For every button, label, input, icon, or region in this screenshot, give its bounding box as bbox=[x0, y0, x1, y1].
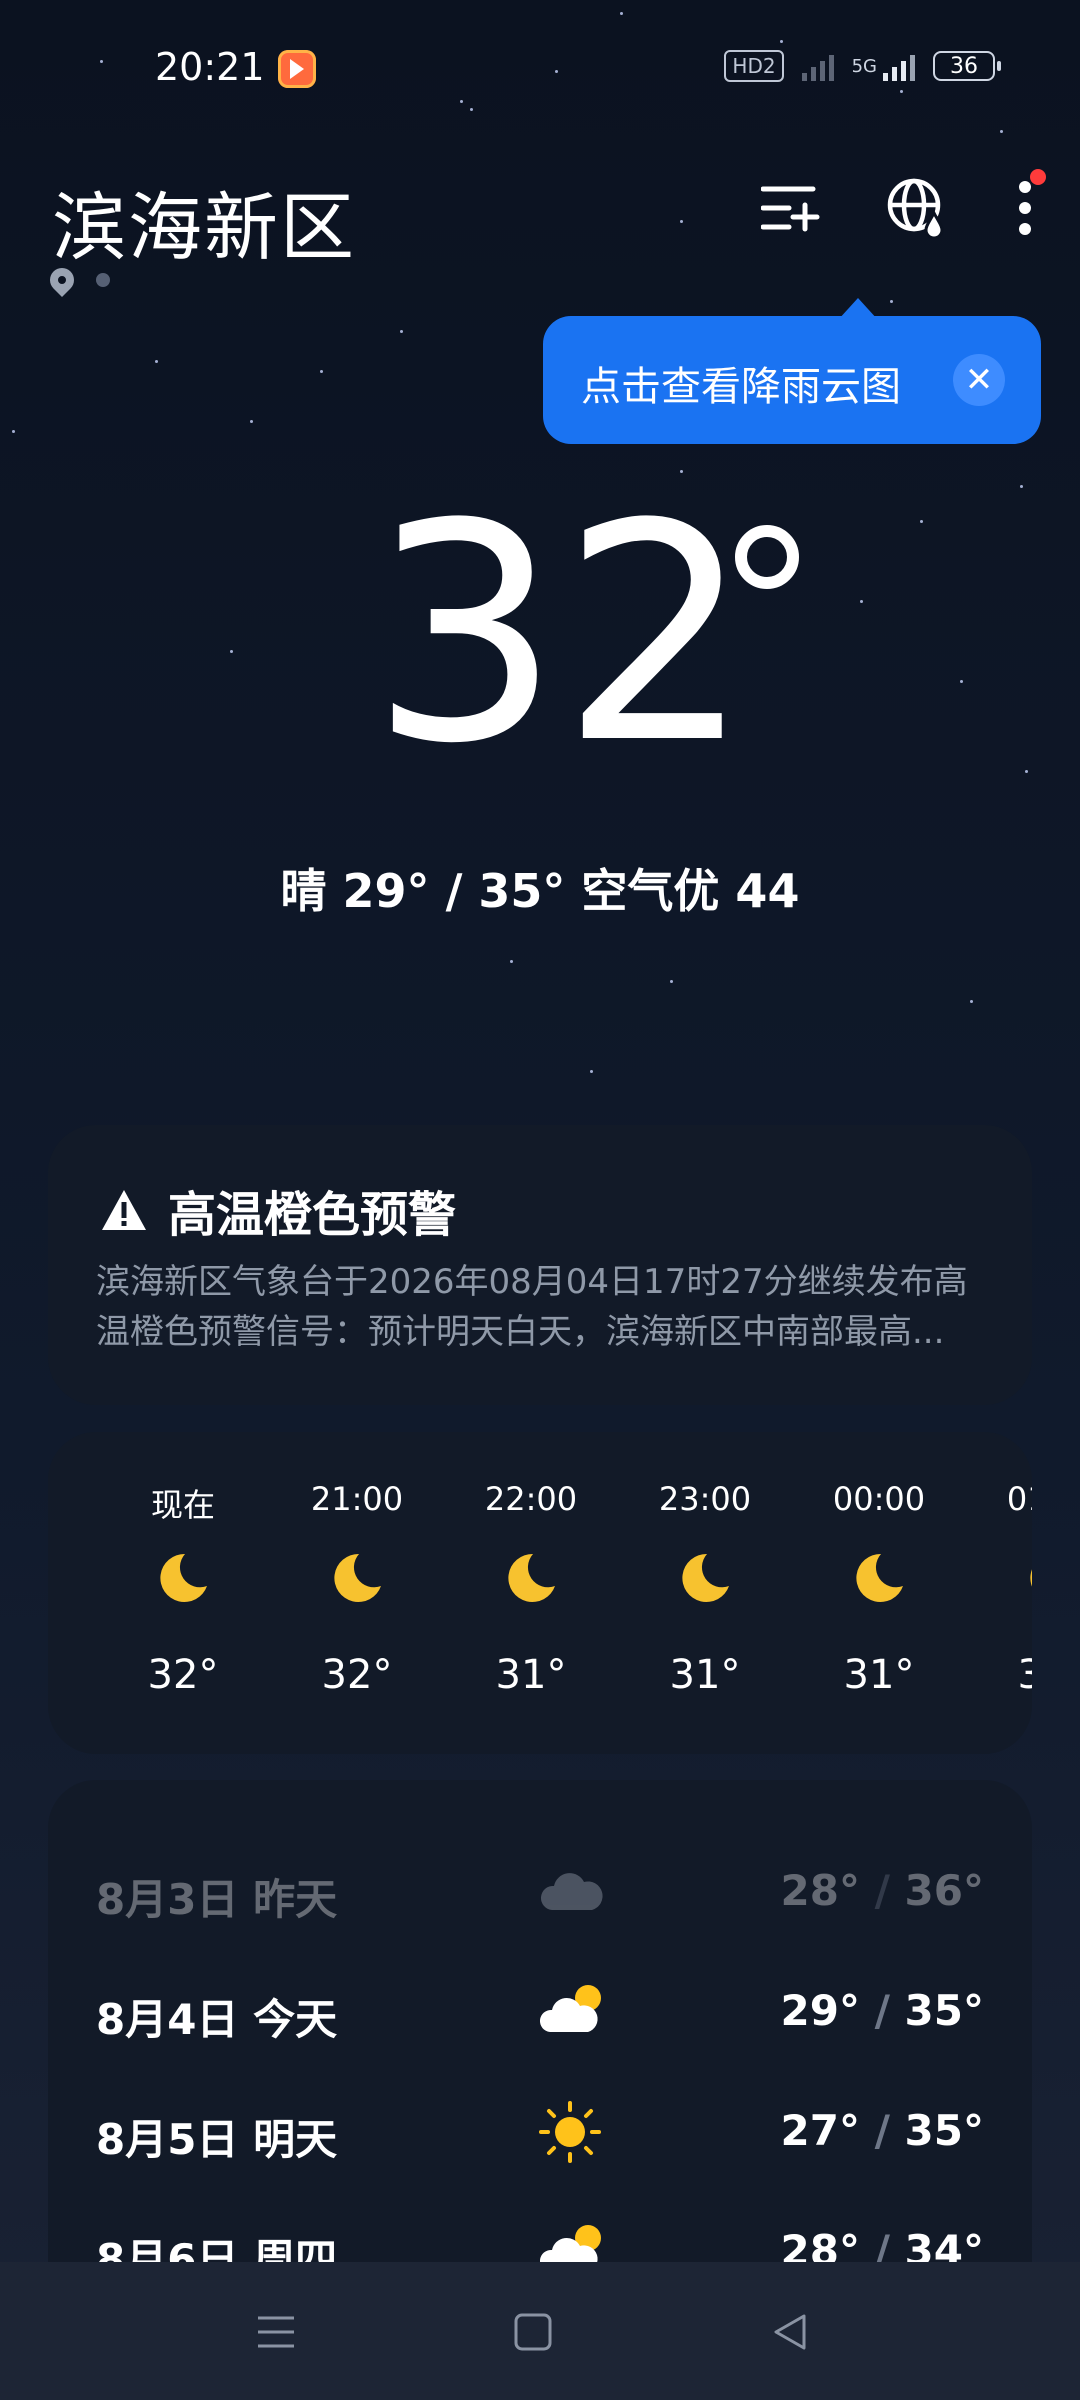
hour-time: 00:00 bbox=[832, 1480, 926, 1518]
city-name[interactable]: 滨海新区 bbox=[52, 168, 356, 275]
location-pin-icon bbox=[45, 263, 79, 297]
hour-temp: 32° bbox=[147, 1652, 219, 1698]
hour-temp: 31° bbox=[1017, 1652, 1032, 1698]
rain-radar-button[interactable] bbox=[884, 175, 950, 241]
status-bar: 20:21 HD2 5G 36 bbox=[0, 0, 1080, 140]
day-label: 8月3日 昨天 bbox=[96, 1875, 338, 1924]
hourly-forecast-card[interactable]: 现在 32° 21:00 32° 22:00 31° 23:00 31° 00:… bbox=[48, 1432, 1032, 1754]
back-button[interactable] bbox=[762, 2304, 818, 2360]
system-nav-bar bbox=[0, 2262, 1080, 2400]
moon-icon bbox=[160, 1553, 207, 1602]
status-icons: HD2 5G 36 bbox=[724, 50, 1001, 82]
current-temperature: 32 bbox=[370, 460, 752, 809]
weather-alert-card[interactable]: 高温橙色预警 滨海新区气象台于2026年08月04日17时27分继续发布高温橙色… bbox=[48, 1125, 1032, 1405]
menu-icon bbox=[258, 2316, 294, 2348]
daily-row[interactable]: 8月4日 今天 29° / 35° bbox=[48, 1960, 1032, 2060]
hour-temp: 31° bbox=[495, 1652, 567, 1698]
hd-voice-icon: HD2 bbox=[724, 50, 784, 82]
signal-sim1-icon bbox=[801, 51, 834, 81]
hour-time: 01:00 bbox=[1006, 1480, 1032, 1518]
sun-icon bbox=[539, 2101, 601, 2163]
partly-cloudy-icon bbox=[539, 1985, 601, 2032]
battery-level: 36 bbox=[950, 53, 978, 79]
moon-icon bbox=[856, 1553, 903, 1602]
moon-icon bbox=[334, 1553, 381, 1602]
degree-symbol-icon bbox=[735, 525, 799, 589]
moon-icon bbox=[1030, 1569, 1032, 1587]
home-button[interactable] bbox=[505, 2304, 561, 2360]
hour-time: 21:00 bbox=[310, 1480, 404, 1518]
moon-icon bbox=[682, 1553, 729, 1602]
daily-row[interactable]: 8月5日 明天 27° / 35° bbox=[48, 2080, 1032, 2180]
daily-row[interactable]: 8月3日 昨天 28° / 36° bbox=[48, 1840, 1032, 1940]
video-app-notification-icon bbox=[278, 50, 316, 88]
day-label: 8月5日 明天 bbox=[96, 2115, 338, 2164]
hour-time: 22:00 bbox=[484, 1480, 578, 1518]
globe-rain-icon bbox=[887, 178, 944, 239]
add-city-button[interactable] bbox=[758, 175, 824, 241]
rain-map-tooltip[interactable]: 点击查看降雨云图 ✕ bbox=[543, 298, 1041, 444]
high-temp: 35° bbox=[904, 1986, 984, 2035]
battery-icon: 36 bbox=[933, 51, 1001, 81]
hour-temp: 31° bbox=[669, 1652, 741, 1698]
hour-time: 23:00 bbox=[658, 1480, 752, 1518]
high-temp: 36° bbox=[904, 1866, 984, 1915]
warning-icon bbox=[102, 1190, 146, 1230]
low-temp: 29° bbox=[780, 1986, 860, 2035]
hour-time: 现在 bbox=[150, 1486, 215, 1524]
back-triangle-icon bbox=[774, 2314, 806, 2350]
temp-range: 27° / 35° bbox=[780, 2106, 985, 2155]
add-list-icon bbox=[761, 186, 820, 232]
header-actions bbox=[758, 169, 1046, 241]
cloud-icon bbox=[540, 1873, 603, 1910]
alert-title: 高温橙色预警 bbox=[168, 1187, 457, 1243]
tooltip-text: 点击查看降雨云图 bbox=[581, 364, 901, 410]
high-temp: 35° bbox=[904, 2106, 984, 2155]
alert-description: 滨海新区气象台于2026年08月04日17时27分继续发布高温橙色预警信号：预计… bbox=[96, 1262, 968, 1352]
day-label: 8月4日 今天 bbox=[96, 1995, 338, 2044]
signal-sim2-icon bbox=[883, 51, 915, 81]
recent-apps-button[interactable] bbox=[248, 2304, 304, 2360]
more-menu-button[interactable] bbox=[1010, 169, 1046, 241]
location-indicator bbox=[45, 263, 110, 297]
tooltip-close-button[interactable]: ✕ bbox=[953, 354, 1005, 406]
hour-temp: 31° bbox=[843, 1652, 915, 1698]
low-temp: 28° bbox=[780, 1866, 860, 1915]
more-vertical-icon bbox=[1019, 181, 1031, 235]
notification-dot bbox=[1030, 169, 1046, 185]
page-dot-icon bbox=[96, 273, 110, 287]
network-type-label: 5G bbox=[851, 55, 877, 77]
status-time: 20:21 bbox=[155, 45, 265, 89]
low-temp: 27° bbox=[780, 2106, 860, 2155]
temp-range: 29° / 35° bbox=[780, 1986, 985, 2035]
weather-summary[interactable]: 晴 29° / 35° 空气优 44 bbox=[0, 855, 1080, 921]
close-icon: ✕ bbox=[964, 360, 994, 400]
moon-icon bbox=[508, 1553, 555, 1602]
temp-range: 28° / 36° bbox=[780, 1866, 985, 1915]
hour-temp: 32° bbox=[321, 1652, 393, 1698]
alert-title-row: 高温橙色预警 bbox=[100, 1175, 456, 1245]
home-square-icon bbox=[514, 2313, 552, 2351]
